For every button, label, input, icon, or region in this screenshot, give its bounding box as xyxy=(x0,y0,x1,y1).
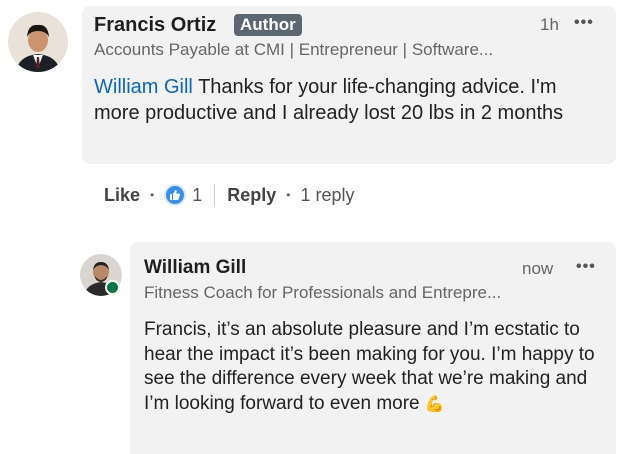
reply-button[interactable]: Reply xyxy=(227,185,276,206)
comment-actions: Like • 1 Reply • 1 reply xyxy=(104,182,355,208)
reaction-count: 1 xyxy=(192,184,203,205)
online-status-icon xyxy=(105,280,120,295)
flexed-biceps-icon: 💪 xyxy=(424,395,445,413)
more-options-icon[interactable]: ••• xyxy=(574,12,594,34)
comment-time: 1h xyxy=(540,15,559,34)
comment-author-avatar[interactable] xyxy=(8,12,68,72)
author-badge: Author xyxy=(234,14,302,36)
comment-text: William Gill Thanks for your life-changi… xyxy=(94,74,599,126)
reply-text: Francis, it’s an absolute pleasure and I… xyxy=(144,318,604,417)
like-thumb-icon xyxy=(164,184,187,206)
mention-link[interactable]: William Gill xyxy=(94,76,193,98)
reply-author-name[interactable]: William Gill xyxy=(144,256,246,280)
like-button[interactable]: Like xyxy=(104,185,140,206)
action-separator: • xyxy=(150,188,155,202)
more-options-icon[interactable]: ••• xyxy=(576,256,596,278)
action-separator: • xyxy=(286,188,291,202)
reply-count-link[interactable]: 1 reply xyxy=(300,185,354,206)
reply-author-headline: Fitness Coach for Professionals and Entr… xyxy=(144,283,502,302)
reaction-summary[interactable]: 1 xyxy=(164,184,202,206)
comment-author-name[interactable]: Francis Ortiz xyxy=(94,12,216,38)
action-divider xyxy=(214,184,216,206)
comment-author-headline: Accounts Payable at CMI | Entrepreneur |… xyxy=(94,40,494,59)
reply-time: now xyxy=(522,259,554,278)
reply-body: Francis, it’s an absolute pleasure and I… xyxy=(144,319,595,414)
